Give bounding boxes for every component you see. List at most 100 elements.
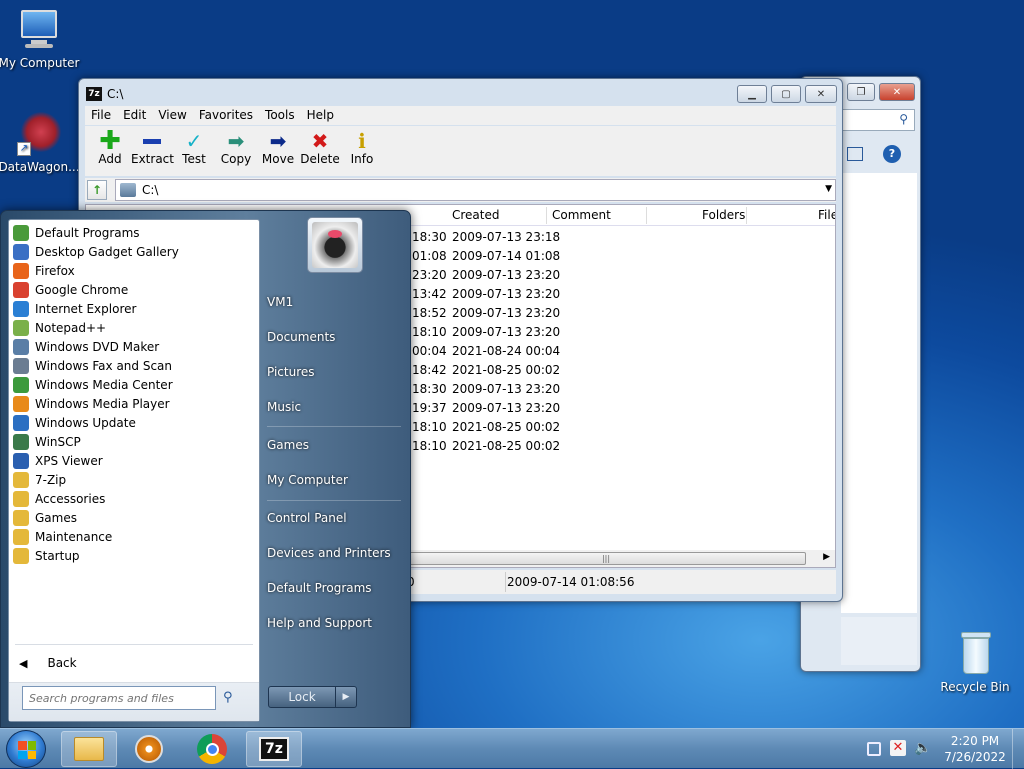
media-player-icon	[135, 735, 163, 763]
start-item-devices-and-printers[interactable]: Devices and Printers	[267, 546, 391, 560]
window-title: C:\	[107, 87, 124, 101]
start-item-user[interactable]: VM1	[267, 295, 293, 309]
action-center-icon[interactable]: ✕	[890, 740, 906, 756]
created-cell: 2021-08-24 00:04	[452, 344, 561, 358]
program-item[interactable]: XPS Viewer	[13, 451, 103, 470]
scrollbar-thumb[interactable]: |||	[406, 552, 806, 565]
program-item[interactable]: WinSCP	[13, 432, 81, 451]
program-item[interactable]: Windows Update	[13, 413, 136, 432]
start-item-control-panel[interactable]: Control Panel	[267, 511, 347, 525]
close-button-bg[interactable]: ✕	[879, 83, 915, 101]
created-cell: 2021-08-25 00:02	[452, 363, 561, 377]
status-divider	[505, 572, 506, 592]
program-label: Games	[35, 510, 77, 525]
chevron-down-icon[interactable]: ▼	[825, 184, 832, 194]
back-button[interactable]: ◀ Back	[15, 651, 255, 675]
start-item-default-programs[interactable]: Default Programs	[267, 581, 372, 595]
program-item[interactable]: Games	[13, 508, 77, 527]
taskbar-7zip-button[interactable]: 7z	[246, 731, 302, 767]
user-picture[interactable]	[307, 217, 363, 273]
status-date: 2009-07-14 01:08:56	[507, 575, 635, 589]
program-item[interactable]: Accessories	[13, 489, 105, 508]
search-box-bg[interactable]: ⚲	[841, 109, 915, 131]
desktop-icon-recycle-bin[interactable]: Recycle Bin	[932, 628, 1018, 694]
program-icon	[13, 471, 29, 488]
address-field[interactable]: C:\ ▼	[115, 179, 836, 201]
lock-button[interactable]: Lock	[268, 686, 336, 708]
menu-tools[interactable]: Tools	[259, 106, 301, 125]
menu-edit[interactable]: Edit	[117, 106, 152, 125]
up-folder-button[interactable]: ↑	[87, 180, 107, 200]
search-input[interactable]	[22, 686, 216, 710]
preview-pane-icon[interactable]	[847, 147, 863, 161]
delete-button[interactable]: ✖ Delete	[299, 126, 341, 176]
program-icon	[13, 319, 29, 336]
program-item[interactable]: Firefox	[13, 261, 75, 280]
taskbar-explorer-button[interactable]	[61, 731, 117, 767]
minimize-button[interactable]: ▁	[737, 85, 767, 103]
program-label: Windows DVD Maker	[35, 339, 160, 354]
info-icon: ℹ	[358, 129, 366, 153]
column-divider	[646, 207, 647, 224]
minus-icon	[131, 130, 173, 152]
scroll-right-icon[interactable]: ▶	[823, 552, 830, 562]
program-item[interactable]: Notepad++	[13, 318, 106, 337]
move-button[interactable]: ➡ Move	[257, 126, 299, 176]
start-item-my-computer[interactable]: My Computer	[267, 473, 348, 487]
clock[interactable]: 2:20 PM 7/26/2022	[940, 733, 1010, 765]
program-item[interactable]: Maintenance	[13, 527, 112, 546]
start-button[interactable]	[6, 730, 46, 768]
column-header-comment[interactable]: Comment	[552, 208, 611, 222]
close-button[interactable]: ✕	[805, 85, 837, 103]
menu-favorites[interactable]: Favorites	[193, 106, 259, 125]
created-cell: 2009-07-13 23:20	[452, 268, 561, 282]
program-item[interactable]: Windows Media Player	[13, 394, 170, 413]
taskbar-media-player-button[interactable]	[121, 731, 177, 767]
restore-button-bg[interactable]: ❐	[847, 83, 875, 101]
program-item[interactable]: Startup	[13, 546, 80, 565]
show-desktop-button[interactable]	[1012, 729, 1024, 769]
desktop-icon-datawagon[interactable]: ↗ DataWagon...	[0, 112, 82, 174]
created-cell: 2009-07-13 23:20	[452, 382, 561, 396]
modified-cell: 18:30	[412, 230, 447, 244]
desktop-icon-label: DataWagon...	[0, 160, 80, 174]
program-icon	[13, 300, 29, 317]
help-icon[interactable]: ?	[883, 145, 901, 163]
start-item-documents[interactable]: Documents	[267, 330, 335, 344]
copy-button[interactable]: ➡ Copy	[215, 126, 257, 176]
taskbar-chrome-button[interactable]	[184, 731, 240, 767]
program-item[interactable]: Windows Fax and Scan	[13, 356, 172, 375]
network-icon[interactable]	[867, 742, 881, 756]
start-item-help-and-support[interactable]: Help and Support	[267, 616, 372, 630]
desktop-icon-my-computer[interactable]: My Computer	[0, 8, 82, 70]
column-header-file[interactable]: File	[818, 208, 835, 222]
info-button[interactable]: ℹ Info	[341, 126, 383, 176]
test-button[interactable]: ✓ Test	[173, 126, 215, 176]
program-item[interactable]: Windows Media Center	[13, 375, 173, 394]
extract-button[interactable]: Extract	[131, 126, 174, 176]
maximize-button[interactable]: ▢	[771, 85, 801, 103]
program-item[interactable]: Default Programs	[13, 223, 140, 242]
program-icon	[13, 547, 29, 564]
program-label: Windows Fax and Scan	[35, 358, 173, 373]
program-item[interactable]: Internet Explorer	[13, 299, 136, 318]
menu-file[interactable]: File	[85, 106, 117, 125]
plus-icon: ✚	[99, 126, 121, 156]
program-label: Default Programs	[35, 225, 140, 240]
info-label: Info	[350, 152, 374, 166]
program-item[interactable]: 7-Zip	[13, 470, 66, 489]
program-item[interactable]: Desktop Gadget Gallery	[13, 242, 179, 261]
program-item[interactable]: Google Chrome	[13, 280, 128, 299]
start-menu: Default Programs Desktop Gadget Gallery Fi…	[0, 210, 411, 728]
column-header-folders[interactable]: Folders	[702, 208, 745, 222]
menu-view[interactable]: View	[152, 106, 192, 125]
lock-options-button[interactable]: ▶	[336, 686, 357, 708]
program-item[interactable]: Windows DVD Maker	[13, 337, 159, 356]
start-item-music[interactable]: Music	[267, 400, 301, 414]
column-header-created[interactable]: Created	[452, 208, 500, 222]
add-button[interactable]: ✚ Add	[89, 126, 131, 176]
volume-icon[interactable]: 🔈	[914, 740, 931, 756]
start-item-pictures[interactable]: Pictures	[267, 365, 315, 379]
menu-help[interactable]: Help	[301, 106, 340, 125]
start-item-games[interactable]: Games	[267, 438, 309, 452]
